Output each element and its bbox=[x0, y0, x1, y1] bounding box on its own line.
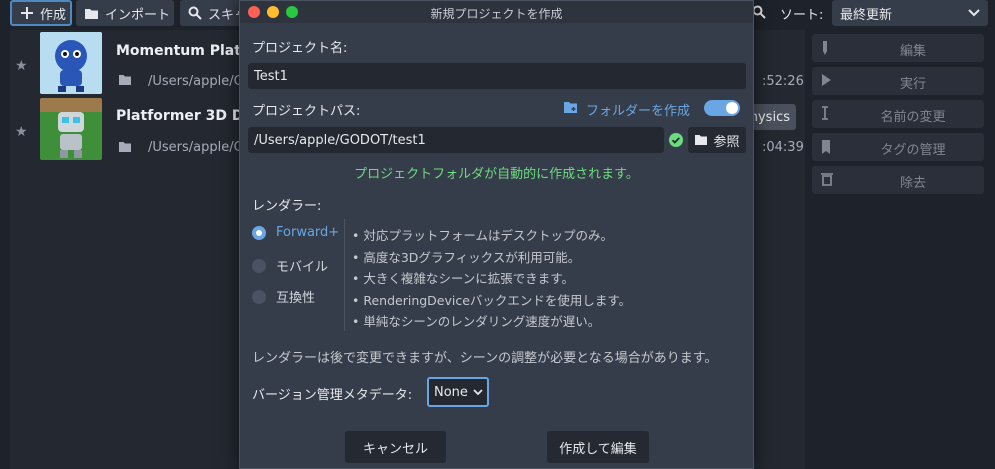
renderer-divider bbox=[344, 219, 345, 331]
folder-icon[interactable] bbox=[118, 74, 132, 86]
rename-button[interactable]: 名前の変更 bbox=[812, 100, 984, 128]
sort-label: ソート: bbox=[780, 8, 824, 23]
text-cursor-icon bbox=[822, 106, 828, 120]
renderer-label: レンダラー: bbox=[252, 199, 322, 214]
project-actions-panel: 編集 実行 名前の変更 タグの管理 除去 bbox=[812, 30, 984, 469]
create-project-dialog: 新規プロジェクトを作成 プロジェクト名: Test1 プロジェクトパス: フォル… bbox=[239, 0, 754, 469]
favorite-star-icon[interactable]: ★ bbox=[15, 58, 28, 74]
project-name-label: プロジェクト名: bbox=[252, 41, 348, 56]
renderer-option-label: Forward+ bbox=[276, 225, 340, 240]
renderer-option-label: 互換性 bbox=[276, 291, 316, 306]
edit-button-label: 編集 bbox=[899, 44, 926, 59]
project-modified-time: :52:26 bbox=[762, 74, 804, 89]
dialog-title: 新規プロジェクトを作成 bbox=[430, 7, 563, 21]
renderer-feature-item: • 単純なシーンのレンダリング速度が遅い。 bbox=[352, 314, 601, 329]
renderer-option-mobile[interactable]: モバイル bbox=[252, 256, 328, 275]
search-icon bbox=[188, 6, 202, 20]
browse-button[interactable]: 参照 bbox=[688, 127, 746, 153]
chevron-down-icon bbox=[968, 9, 980, 17]
plus-icon bbox=[21, 7, 33, 19]
favorite-star-icon[interactable]: ★ bbox=[15, 124, 28, 140]
renderer-feature-item: • 高度な3Dグラフィックスが利用可能。 bbox=[352, 250, 581, 265]
pencil-icon bbox=[823, 41, 827, 55]
project-thumbnail bbox=[40, 98, 102, 160]
dialog-titlebar: 新規プロジェクトを作成 bbox=[240, 1, 753, 23]
browse-button-label: 参照 bbox=[713, 134, 740, 150]
folder-success-message: プロジェクトフォルダが自動的に作成されます。 bbox=[354, 167, 639, 182]
import-button-label: インポート bbox=[105, 7, 171, 23]
folder-icon bbox=[695, 135, 708, 145]
manage-tags-button[interactable]: タグの管理 bbox=[812, 133, 984, 161]
rename-button-label: 名前の変更 bbox=[880, 110, 946, 125]
remove-button[interactable]: 除去 bbox=[812, 166, 984, 194]
project-path-label: プロジェクトパス: bbox=[252, 104, 361, 119]
project-modified-time: :04:39 bbox=[762, 140, 804, 155]
import-project-button[interactable]: インポート bbox=[76, 0, 174, 26]
create-folder-label: フォルダーを作成 bbox=[586, 104, 691, 119]
renderer-feature-item: • 対応プラットフォームはデスクトップのみ。 bbox=[352, 228, 613, 243]
cancel-button-label: キャンセル bbox=[362, 441, 428, 457]
project-name-input[interactable]: Test1 bbox=[248, 63, 746, 89]
chevron-down-icon bbox=[473, 388, 483, 395]
vcs-metadata-value: None bbox=[434, 384, 468, 400]
remove-button-label: 除去 bbox=[899, 176, 926, 191]
project-thumbnail bbox=[40, 32, 102, 94]
manage-tags-button-label: タグの管理 bbox=[880, 143, 946, 158]
radio-selected-icon bbox=[252, 225, 266, 240]
trash-icon bbox=[821, 173, 833, 186]
play-icon bbox=[822, 74, 831, 86]
sort-order-value: 最終更新 bbox=[840, 7, 893, 23]
cancel-button[interactable]: キャンセル bbox=[345, 431, 446, 463]
create-button-label: 作成 bbox=[40, 7, 67, 23]
folder-icon bbox=[85, 8, 98, 19]
run-button-label: 実行 bbox=[899, 77, 926, 92]
radio-unselected-icon bbox=[252, 258, 266, 273]
renderer-option-compatibility[interactable]: 互換性 bbox=[252, 287, 315, 306]
create-and-edit-button[interactable]: 作成して編集 bbox=[547, 431, 649, 463]
renderer-option-forward-plus[interactable]: Forward+ bbox=[252, 225, 339, 240]
create-project-button[interactable]: 作成 bbox=[10, 0, 72, 26]
radio-unselected-icon bbox=[252, 289, 266, 304]
renderer-feature-item: • 大きく複雑なシーンに拡張できます。 bbox=[352, 271, 574, 286]
vcs-metadata-select[interactable]: None bbox=[427, 377, 489, 407]
sort-order-select[interactable]: 最終更新 bbox=[832, 0, 988, 26]
create-and-edit-button-label: 作成して編集 bbox=[559, 441, 637, 457]
folder-icon[interactable] bbox=[118, 141, 132, 153]
project-path-input[interactable]: /Users/apple/GODOT/test1 bbox=[248, 127, 664, 153]
project-name-value: Test1 bbox=[254, 68, 288, 84]
tag-icon bbox=[822, 140, 830, 154]
project-path-value: /Users/apple/GODOT/test1 bbox=[254, 132, 426, 148]
renderer-option-label: モバイル bbox=[276, 260, 329, 275]
check-circle-icon bbox=[669, 133, 683, 147]
renderer-feature-item: • RenderingDeviceバックエンドを使用します。 bbox=[352, 293, 632, 308]
create-folder-toggle[interactable] bbox=[704, 100, 740, 116]
vcs-metadata-label: バージョン管理メタデータ: bbox=[252, 388, 413, 403]
renderer-change-note: レンダラーは後で変更できますが、シーンの調整が必要となる場合があります。 bbox=[252, 351, 718, 366]
filter-search-icon[interactable] bbox=[752, 5, 766, 19]
run-button[interactable]: 実行 bbox=[812, 67, 984, 95]
folder-create-icon bbox=[564, 102, 577, 113]
edit-button[interactable]: 編集 bbox=[812, 34, 984, 62]
